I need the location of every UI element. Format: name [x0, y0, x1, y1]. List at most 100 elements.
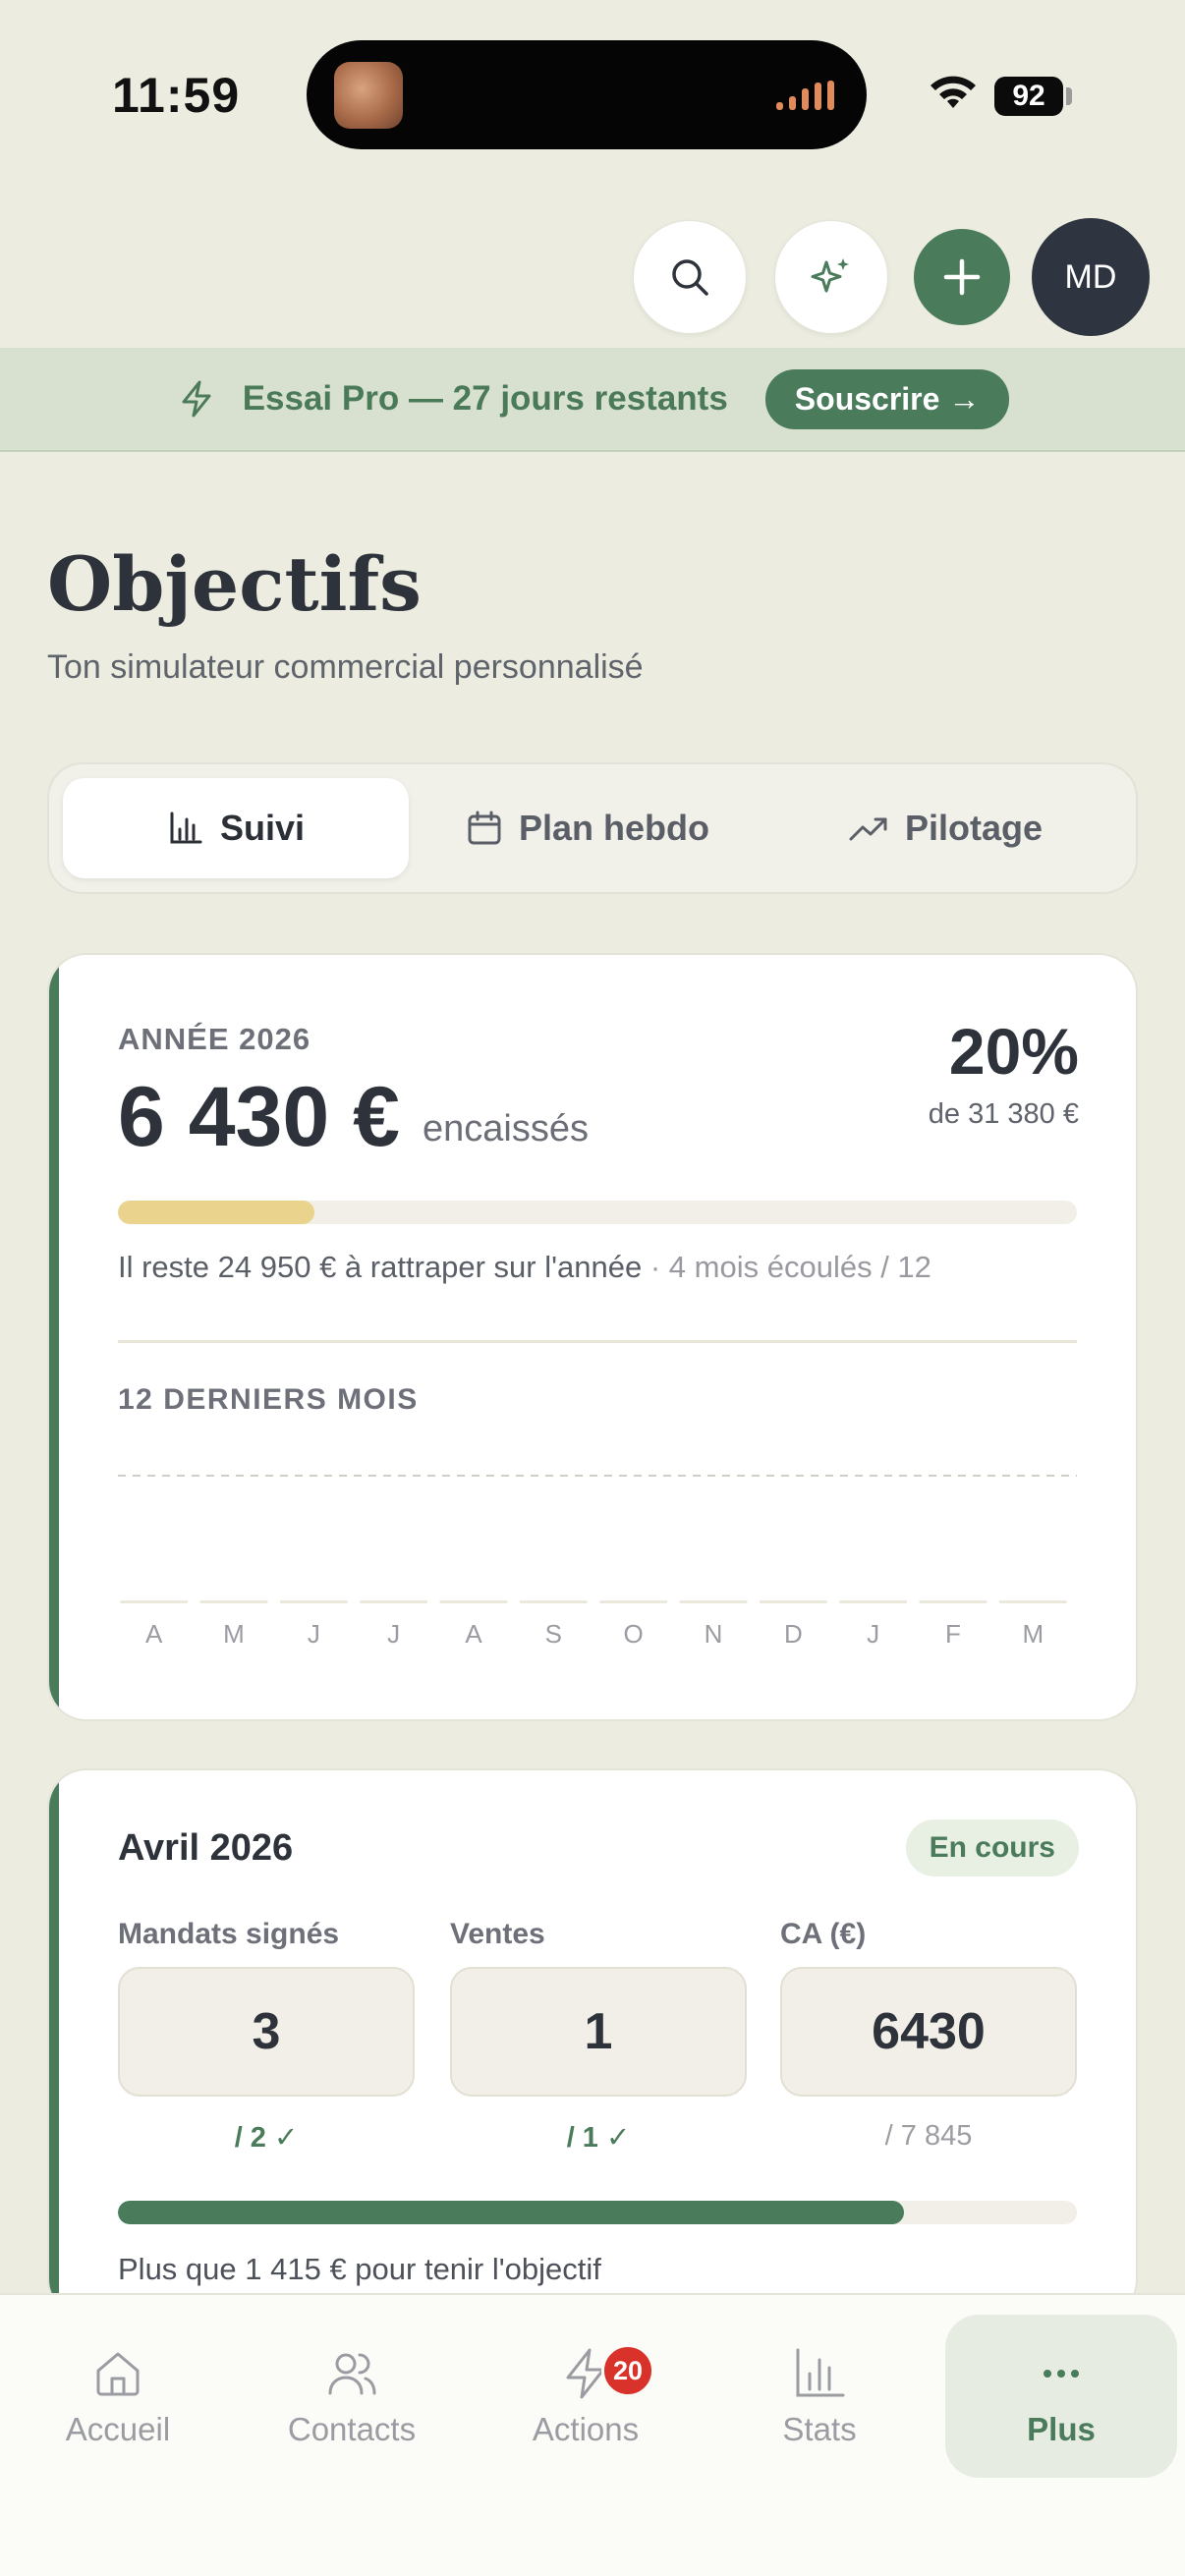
metric-target: / 7 845 — [780, 2120, 1077, 2153]
nav-item-accueil[interactable]: Accueil — [2, 2315, 234, 2478]
chart-bar — [679, 1600, 748, 1603]
nav-label: Contacts — [287, 2411, 417, 2447]
nav-item-contacts[interactable]: Contacts — [236, 2315, 468, 2478]
metric-value-field[interactable]: 3 — [118, 1967, 415, 2097]
trial-text: Essai Pro — 27 jours restants — [242, 379, 728, 418]
year-remaining: Il reste 24 950 € à rattraper sur l'anné… — [118, 1250, 931, 1285]
bar-chart-icon — [170, 812, 202, 844]
calendar-icon — [468, 811, 501, 845]
chart-bar — [120, 1600, 189, 1603]
year-target: de 31 380 € — [928, 1098, 1079, 1130]
tab-pilotage[interactable]: Pilotage — [766, 778, 1124, 878]
trial-banner: Essai Pro — 27 jours restants Souscrire … — [0, 348, 1185, 452]
month-tick-label: O — [624, 1619, 644, 1649]
nav-item-plus[interactable]: Plus — [945, 2315, 1177, 2478]
chart-bar — [998, 1600, 1067, 1603]
month-tick-label: J — [867, 1619, 879, 1649]
month-tick-label: M — [223, 1619, 245, 1649]
metric-label: CA (€) — [780, 1918, 867, 1950]
ai-assistant-button[interactable] — [774, 220, 888, 334]
metric-target: / 1 ✓ — [450, 2120, 747, 2155]
month-tick-label: A — [145, 1619, 163, 1649]
nav-label: Stats — [782, 2411, 857, 2447]
metric-value-field[interactable]: 6430 — [780, 1967, 1077, 2097]
bottom-nav: Accueil Contacts Actions 20 Stats Plus — [0, 2293, 1185, 2576]
remaining-text: Il reste 24 950 € à rattraper sur l'anné… — [118, 1250, 643, 1284]
home-icon — [96, 2352, 140, 2396]
monthly-bar-chart: AMJJASONDJFM — [118, 1475, 1077, 1649]
year-amount-suffix: encaissés — [423, 1108, 589, 1149]
more-icon — [1044, 2370, 1079, 2378]
wifi-icon — [931, 76, 976, 108]
chart-bar — [439, 1600, 508, 1603]
lightning-icon — [182, 380, 211, 418]
chart-bar — [279, 1600, 348, 1603]
page-title: Objectifs — [47, 540, 422, 628]
metric-label: Mandats signés — [118, 1918, 340, 1950]
month-tick-label: D — [784, 1619, 803, 1649]
divider — [118, 1340, 1077, 1343]
notification-badge: 20 — [601, 2344, 654, 2397]
year-progress-fill — [118, 1201, 315, 1224]
month-note: Plus que 1 415 € pour tenir l'objectif — [118, 2252, 601, 2286]
month-tick-label: F — [945, 1619, 961, 1649]
avatar[interactable]: MD — [1032, 218, 1150, 336]
year-summary-card: ANNÉE 2026 6 430 € encaissés 20% de 31 3… — [47, 953, 1138, 1721]
metric-target-value: / 7 845 — [884, 2120, 973, 2152]
search-button[interactable] — [633, 220, 747, 334]
page-subtitle: Ton simulateur commercial personnalisé — [47, 648, 644, 686]
year-progress-bar — [118, 1201, 1077, 1224]
trend-up-icon — [849, 817, 887, 841]
now-playing-artwork[interactable] — [334, 62, 403, 129]
tab-plan-hebdo[interactable]: Plan hebdo — [411, 778, 764, 878]
subscribe-button[interactable]: Souscrire → — [764, 368, 1010, 429]
year-label: ANNÉE 2026 — [118, 1022, 311, 1056]
status-time: 11:59 — [112, 68, 241, 123]
sparkles-icon — [811, 258, 849, 293]
view-tabs: Suivi Plan hebdo Pilotage — [47, 762, 1138, 894]
month-progress-fill — [118, 2201, 905, 2224]
metric-value-field[interactable]: 1 — [450, 1967, 747, 2097]
month-progress-bar — [118, 2201, 1077, 2224]
month-card: Avril 2026 En cours Mandats signés 3 / 2… — [47, 1768, 1138, 2319]
metric-target-value: / 1 — [566, 2122, 598, 2154]
nav-label: Accueil — [65, 2411, 171, 2447]
month-tick-label: A — [465, 1619, 482, 1649]
audio-visualizer-icon — [776, 79, 834, 110]
plus-icon — [943, 258, 981, 296]
tab-label: Suivi — [219, 808, 306, 848]
month-tick-label: N — [705, 1619, 723, 1649]
year-amount: 6 430 € — [118, 1070, 400, 1164]
metric-target-value: / 2 — [234, 2122, 266, 2154]
chart-title: 12 DERNIERS MOIS — [118, 1383, 419, 1416]
chart-bar — [759, 1600, 827, 1603]
nav-item-stats[interactable]: Stats — [704, 2315, 935, 2478]
chart-bar — [599, 1600, 668, 1603]
chart-bar — [919, 1600, 988, 1603]
check-icon: ✓ — [274, 2122, 299, 2154]
month-title: Avril 2026 — [118, 1827, 294, 1869]
search-icon — [672, 259, 708, 296]
nav-item-actions[interactable]: Actions 20 — [470, 2315, 702, 2478]
bar-chart-icon — [796, 2348, 845, 2397]
year-percent: 20% — [948, 1015, 1079, 1088]
metric-target: / 2 ✓ — [118, 2120, 415, 2155]
tab-label: Pilotage — [904, 808, 1044, 848]
chart-bar — [519, 1600, 588, 1603]
status-badge: En cours — [905, 1820, 1079, 1876]
month-tick-label: S — [545, 1619, 562, 1649]
nav-label: Plus — [1027, 2411, 1096, 2447]
chart-bar — [839, 1600, 908, 1603]
battery-tip — [1066, 87, 1072, 105]
chart-bar — [360, 1600, 428, 1603]
month-tick-label: J — [387, 1619, 400, 1649]
nav-label: Actions — [532, 2411, 640, 2447]
tab-suivi[interactable]: Suivi — [63, 778, 409, 878]
card-accent-bar — [49, 955, 59, 1719]
months-elapsed: · 4 mois écoulés / 12 — [649, 1250, 931, 1284]
month-tick-label: M — [1022, 1619, 1044, 1649]
add-button[interactable] — [914, 229, 1010, 325]
users-icon — [328, 2353, 376, 2395]
month-tick-label: J — [308, 1619, 320, 1649]
card-accent-bar — [49, 1770, 59, 2317]
